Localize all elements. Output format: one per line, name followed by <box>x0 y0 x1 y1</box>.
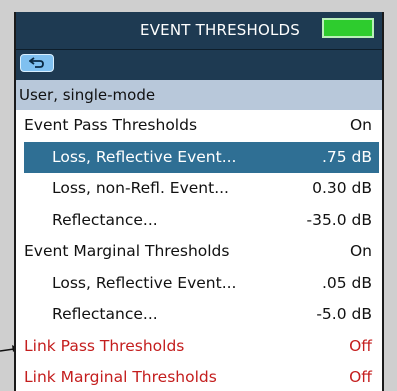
row-label: Loss, Reflective Event... <box>52 273 237 292</box>
row-label: Reflectance... <box>52 210 158 229</box>
row-label: Loss, Reflective Event... <box>52 147 237 166</box>
row-value: 0.30 dB <box>312 179 372 197</box>
row-value: -5.0 dB <box>316 305 372 323</box>
row-value: .75 dB <box>321 147 372 166</box>
row-label: Loss, non-Refl. Event... <box>52 179 229 197</box>
row-value: On <box>349 242 372 260</box>
row-label: Link Marginal Thresholds <box>24 368 217 386</box>
battery-icon <box>322 18 374 38</box>
threshold-list: Event Pass Thresholds On Loss, Reflectiv… <box>16 110 382 391</box>
row-label: Event Marginal Thresholds <box>24 242 230 260</box>
row-value: .05 dB <box>321 273 372 292</box>
device-frame: EVENT THRESHOLDS User, single-mode Event… <box>0 0 397 391</box>
row-value: On <box>349 116 372 134</box>
row-event-pass-thresholds[interactable]: Event Pass Thresholds On <box>16 110 382 142</box>
row-value: Off <box>349 336 372 355</box>
row-label: Reflectance... <box>52 305 158 323</box>
row-link-pass-thresholds[interactable]: Link Pass Thresholds Off <box>16 331 382 363</box>
row-pass-reflectance[interactable]: Reflectance... -35.0 dB <box>16 205 382 237</box>
page-title: EVENT THRESHOLDS <box>140 21 300 39</box>
screen: EVENT THRESHOLDS User, single-mode Event… <box>14 12 384 391</box>
row-value: Off <box>349 368 372 386</box>
back-button[interactable] <box>20 54 54 72</box>
back-arrow-icon <box>29 57 44 68</box>
row-event-marginal-thresholds[interactable]: Event Marginal Thresholds On <box>16 236 382 268</box>
row-label: Event Pass Thresholds <box>24 116 198 134</box>
row-marginal-reflectance[interactable]: Reflectance... -5.0 dB <box>16 299 382 331</box>
row-pass-loss-non-reflective-event[interactable]: Loss, non-Refl. Event... 0.30 dB <box>16 173 382 205</box>
title-bar: EVENT THRESHOLDS <box>16 12 382 50</box>
row-pass-loss-reflective-event[interactable]: Loss, Reflective Event... .75 dB <box>24 141 379 173</box>
row-label: Link Pass Thresholds <box>24 336 185 355</box>
row-value: -35.0 dB <box>306 210 372 229</box>
section-header: User, single-mode <box>16 80 382 110</box>
row-marginal-loss-reflective-event[interactable]: Loss, Reflective Event... .05 dB <box>16 268 382 300</box>
toolbar <box>16 50 382 80</box>
row-link-marginal-thresholds[interactable]: Link Marginal Thresholds Off <box>16 362 382 391</box>
